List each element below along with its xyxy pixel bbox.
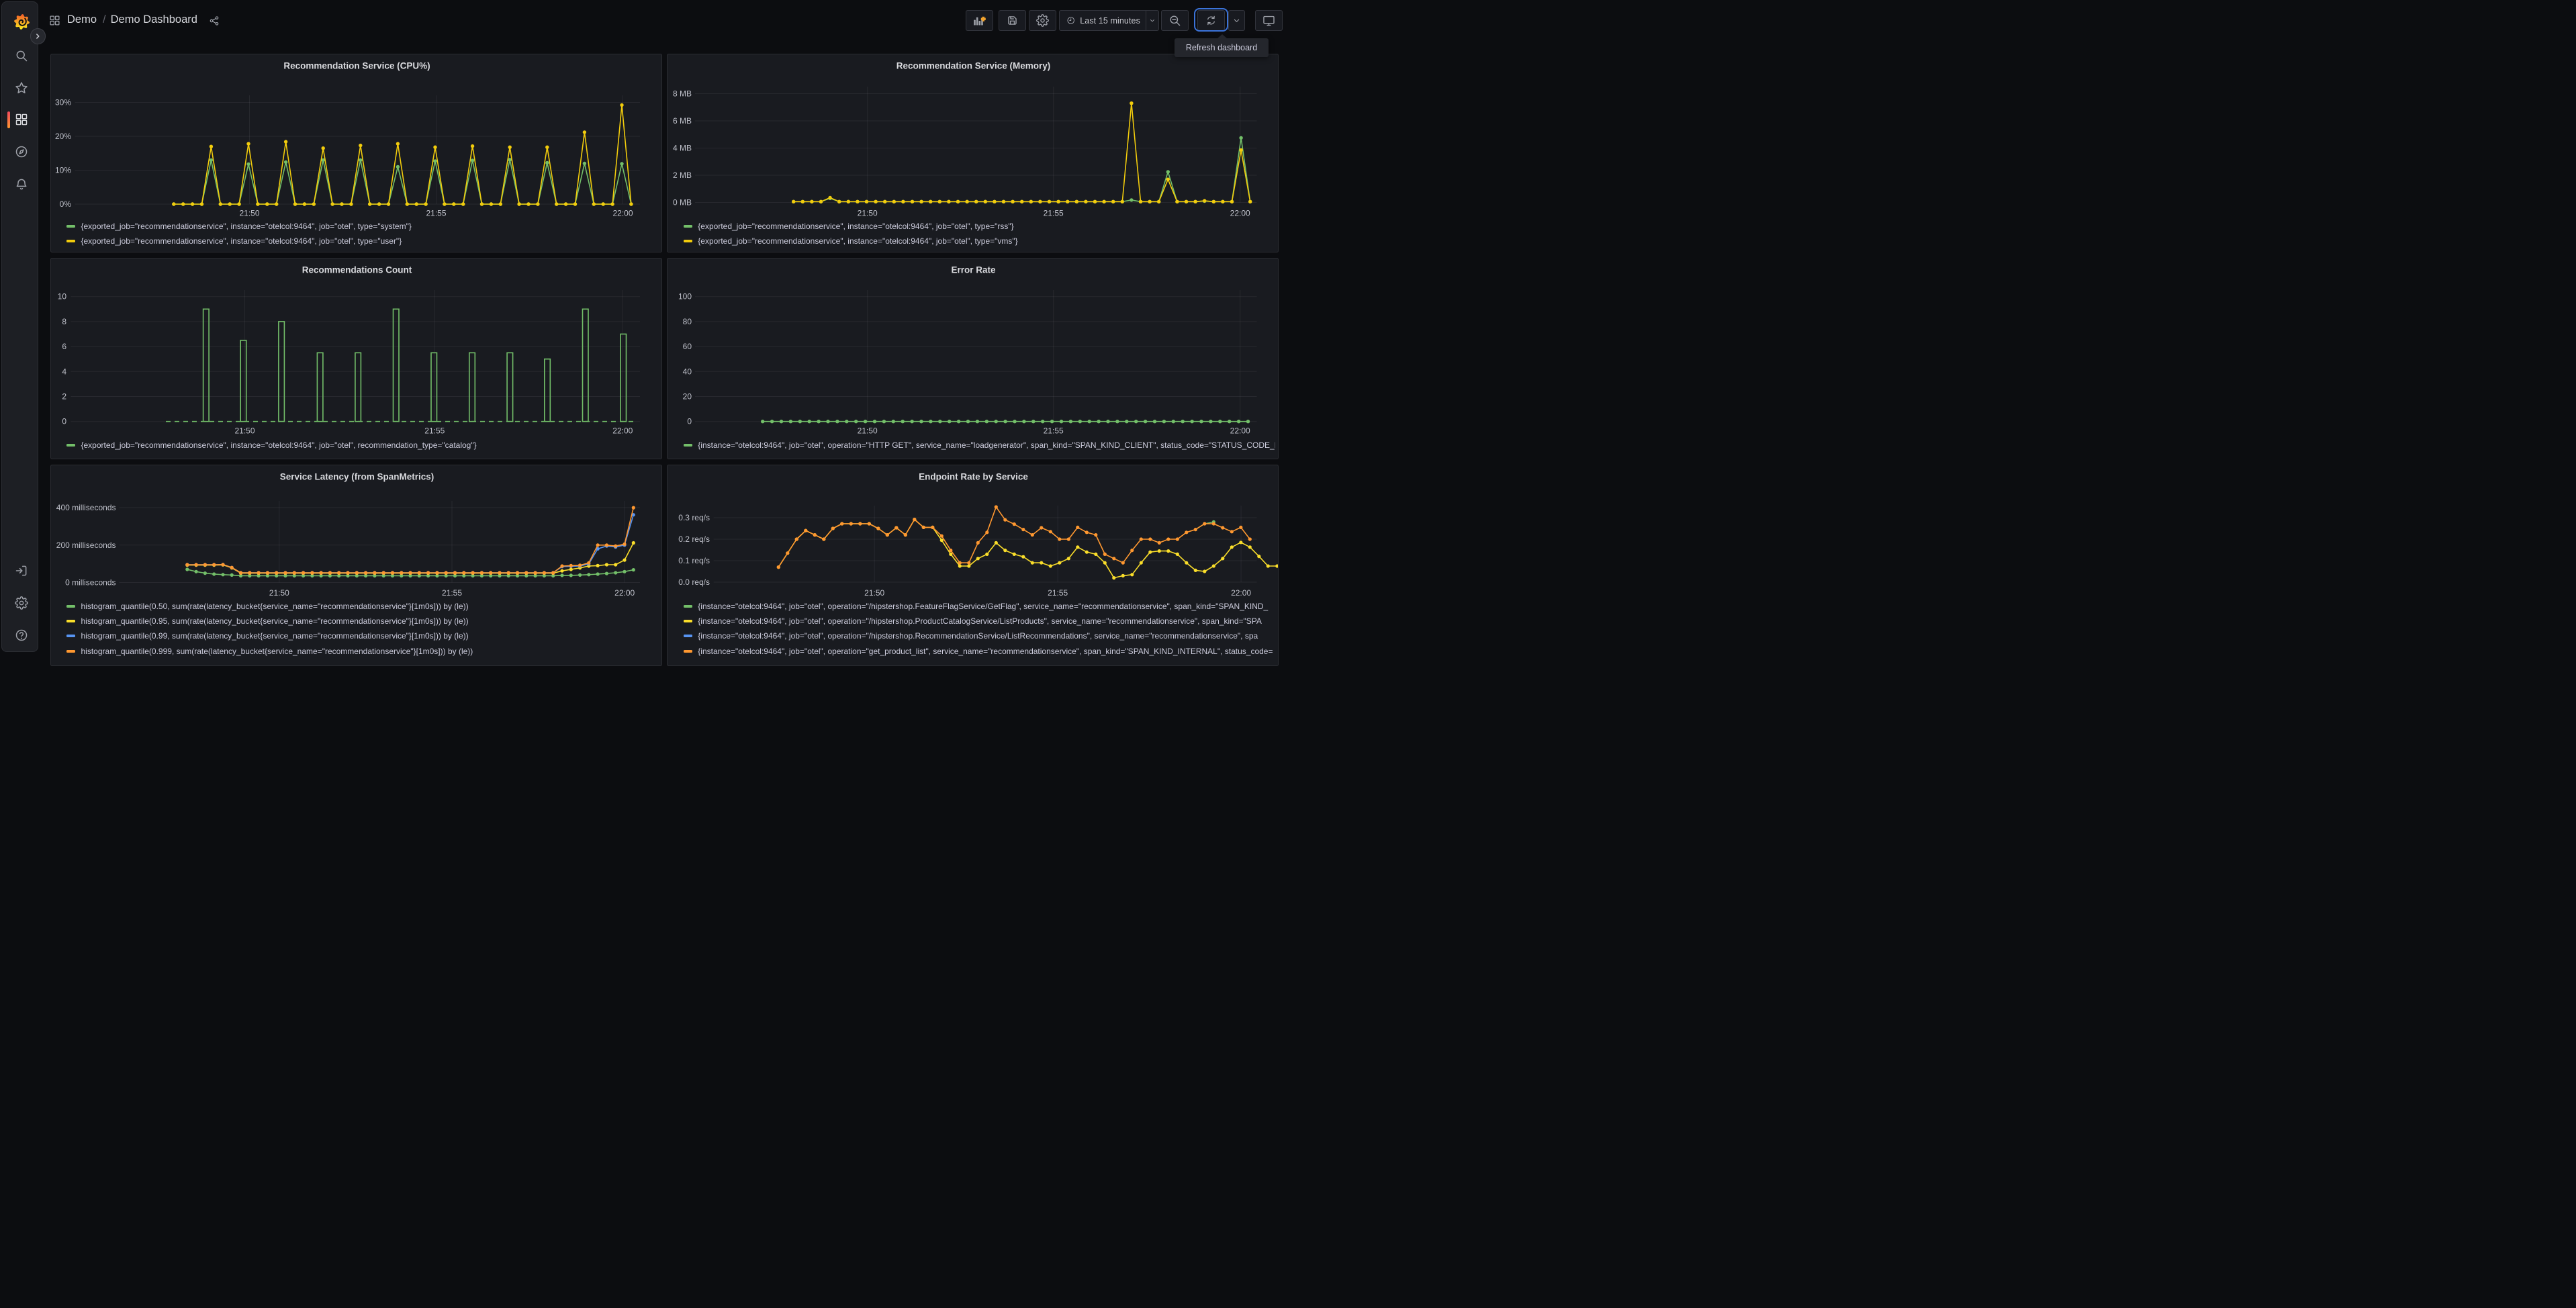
svg-text:21:55: 21:55 xyxy=(1048,588,1068,598)
svg-text:0 milliseconds: 0 milliseconds xyxy=(65,578,116,588)
svg-text:8 MB: 8 MB xyxy=(673,89,692,99)
svg-text:20%: 20% xyxy=(54,132,71,141)
svg-text:0 MB: 0 MB xyxy=(673,198,692,207)
svg-text:10%: 10% xyxy=(54,166,71,175)
svg-text:21:55: 21:55 xyxy=(1044,426,1064,436)
svg-text:22:00: 22:00 xyxy=(612,426,633,436)
svg-text:Error Rate: Error Rate xyxy=(952,265,997,275)
svg-text:10: 10 xyxy=(57,292,66,301)
svg-text:0: 0 xyxy=(688,417,692,426)
svg-text:0.0 req/s: 0.0 req/s xyxy=(679,577,710,587)
svg-text:40: 40 xyxy=(683,367,692,376)
svg-text:Endpoint Rate by Service: Endpoint Rate by Service xyxy=(919,472,1028,482)
svg-text:4 MB: 4 MB xyxy=(673,144,692,153)
svg-text:21:50: 21:50 xyxy=(864,588,884,598)
svg-text:80: 80 xyxy=(683,317,692,326)
svg-text:Recommendation Service (Memory: Recommendation Service (Memory) xyxy=(896,61,1051,71)
svg-text:0%: 0% xyxy=(59,199,71,209)
svg-text:21:50: 21:50 xyxy=(239,209,259,218)
svg-text:21:50: 21:50 xyxy=(234,426,255,436)
svg-text:22:00: 22:00 xyxy=(1230,209,1250,218)
svg-text:22:00: 22:00 xyxy=(612,209,633,218)
svg-text:0.3 req/s: 0.3 req/s xyxy=(679,513,710,522)
svg-text:21:55: 21:55 xyxy=(1044,209,1064,218)
svg-text:200 milliseconds: 200 milliseconds xyxy=(56,541,116,550)
svg-text:Recommendation Service (CPU%): Recommendation Service (CPU%) xyxy=(283,61,430,71)
svg-text:21:55: 21:55 xyxy=(441,588,461,598)
svg-text:2: 2 xyxy=(62,392,66,402)
svg-text:21:50: 21:50 xyxy=(858,209,878,218)
svg-text:4: 4 xyxy=(62,367,66,376)
svg-text:21:55: 21:55 xyxy=(426,209,446,218)
svg-text:Service Latency (from SpanMetr: Service Latency (from SpanMetrics) xyxy=(279,472,434,482)
svg-text:0: 0 xyxy=(62,417,66,426)
svg-text:100: 100 xyxy=(678,292,692,301)
svg-text:Recommendations Count: Recommendations Count xyxy=(302,265,412,275)
svg-text:400 milliseconds: 400 milliseconds xyxy=(56,503,116,512)
svg-text:21:50: 21:50 xyxy=(269,588,289,598)
svg-text:0.2 req/s: 0.2 req/s xyxy=(679,534,710,544)
svg-text:30%: 30% xyxy=(54,98,71,107)
svg-text:60: 60 xyxy=(683,342,692,351)
svg-text:22:00: 22:00 xyxy=(614,588,635,598)
svg-text:22:00: 22:00 xyxy=(1231,588,1251,598)
svg-text:6: 6 xyxy=(62,342,66,351)
svg-text:2 MB: 2 MB xyxy=(673,171,692,180)
svg-text:22:00: 22:00 xyxy=(1230,426,1250,436)
svg-text:6 MB: 6 MB xyxy=(673,116,692,126)
svg-text:0.1 req/s: 0.1 req/s xyxy=(679,556,710,565)
svg-text:20: 20 xyxy=(683,392,692,402)
svg-text:8: 8 xyxy=(62,317,66,326)
svg-text:21:50: 21:50 xyxy=(858,426,878,436)
svg-text:21:55: 21:55 xyxy=(424,426,445,436)
